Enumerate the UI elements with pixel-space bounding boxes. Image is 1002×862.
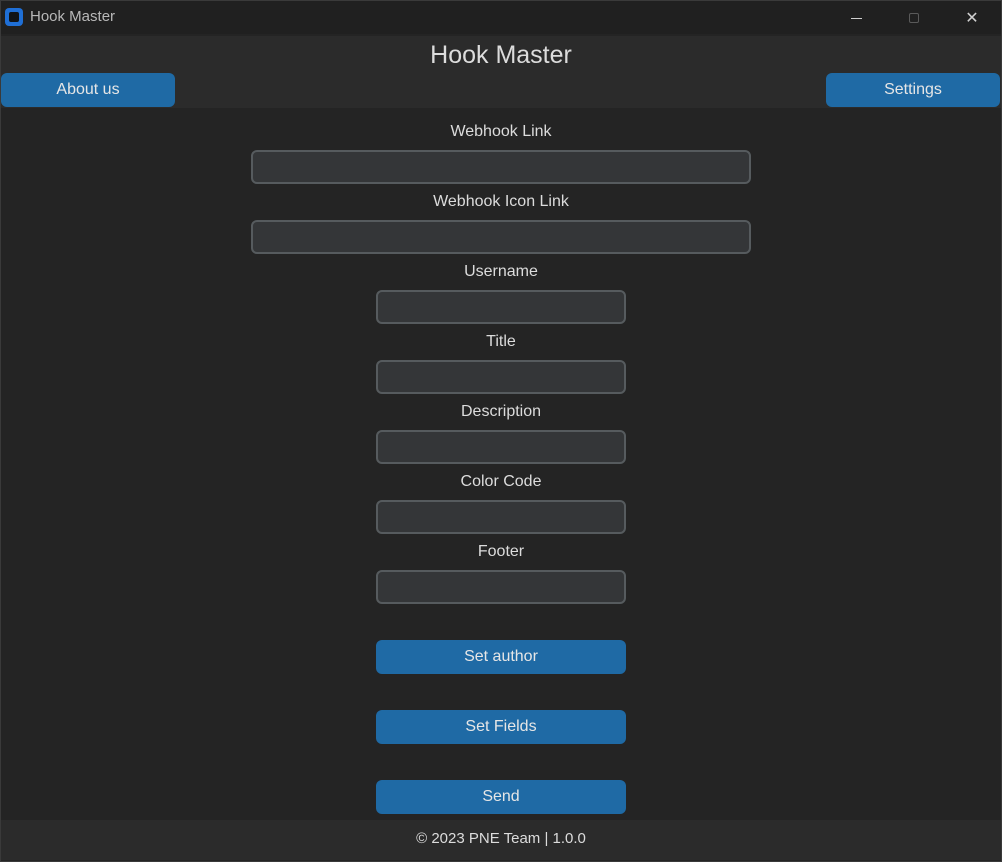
footer-text: © 2023 PNE Team | 1.0.0 [416, 830, 586, 847]
maximize-button[interactable] [885, 1, 943, 34]
app-window: Hook Master ✕ Hook Master About us Setti… [0, 0, 1002, 862]
webhook-icon-link-input[interactable] [251, 220, 751, 254]
send-button[interactable]: Send [376, 780, 626, 814]
color-code-label: Color Code [460, 473, 542, 490]
footer-bar: © 2023 PNE Team | 1.0.0 [1, 820, 1001, 860]
window-title: Hook Master [30, 8, 116, 25]
description-input[interactable] [376, 430, 626, 464]
minimize-icon [850, 17, 862, 19]
footer-input[interactable] [376, 570, 626, 604]
maximize-icon [909, 12, 919, 23]
webhook-link-input[interactable] [251, 150, 751, 184]
username-input[interactable] [376, 290, 626, 324]
webhook-link-label: Webhook Link [450, 123, 552, 140]
page-title: Hook Master [430, 41, 572, 69]
about-us-button[interactable]: About us [1, 73, 175, 107]
description-label: Description [460, 403, 542, 420]
color-code-input[interactable] [376, 500, 626, 534]
footer-label: Footer [477, 543, 525, 560]
settings-button[interactable]: Settings [826, 73, 1000, 107]
set-author-button[interactable]: Set author [376, 640, 626, 674]
title-bar[interactable]: Hook Master ✕ [1, 1, 1001, 34]
close-icon: ✕ [965, 9, 979, 27]
app-icon [5, 8, 23, 26]
header-bar: Hook Master About us Settings [1, 36, 1001, 108]
title-input[interactable] [376, 360, 626, 394]
webhook-icon-link-label: Webhook Icon Link [433, 193, 569, 210]
title-label: Title [486, 333, 516, 350]
username-label: Username [464, 263, 538, 280]
set-fields-button[interactable]: Set Fields [376, 710, 626, 744]
minimize-button[interactable] [827, 1, 885, 34]
close-button[interactable]: ✕ [943, 1, 1001, 34]
